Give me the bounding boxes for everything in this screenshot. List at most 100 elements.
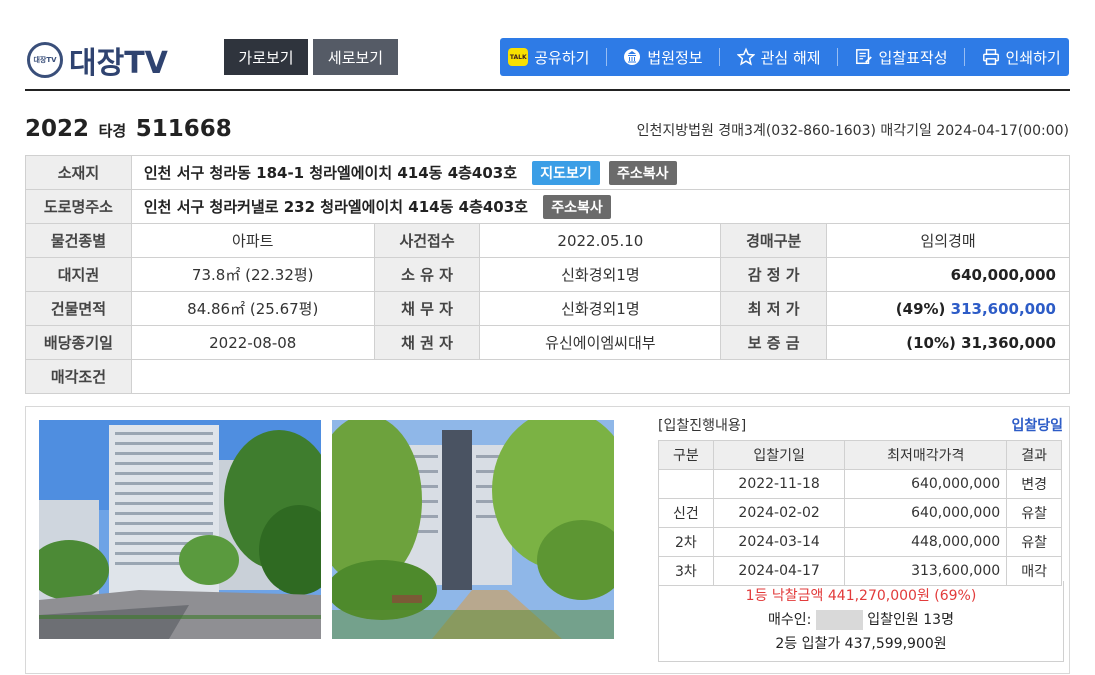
apartment-photo-image bbox=[332, 420, 614, 639]
building-area-label: 건물면적 bbox=[25, 291, 132, 326]
table-row: 2차 2024-03-14 448,000,000 유찰 bbox=[658, 527, 1062, 557]
print-button[interactable]: 인쇄하기 bbox=[982, 47, 1061, 68]
road-address-cell: 인천 서구 청라커낼로 232 청라엘에이치 414동 4층403호 주소복사 bbox=[130, 189, 1071, 224]
sale-condition-row: 매각조건 bbox=[25, 359, 1071, 394]
creditor-value: 유신에이엠씨대부 bbox=[479, 325, 722, 360]
case-received-label: 사건접수 bbox=[373, 223, 481, 258]
info-row: 대지권 73.8㎡ (22.32평) 소 유 자 신화경외1명 감 정 가 64… bbox=[25, 257, 1070, 292]
property-info-table: 소재지 인천 서구 청라동 184-1 청라엘에이치 414동 4층403호 지… bbox=[25, 155, 1071, 394]
minimum-price-label: 최 저 가 bbox=[720, 291, 828, 326]
bid-kind: 2차 bbox=[658, 527, 714, 557]
bid-result-summary: 1등 낙찰금액 441,270,000원 (69%) 매수인: 입찰인원 13명… bbox=[658, 581, 1064, 662]
copy-address-button[interactable]: 주소복사 bbox=[609, 160, 677, 185]
bid-result: 유찰 bbox=[1006, 527, 1062, 557]
share-label: 공유하기 bbox=[534, 48, 590, 67]
buyer-name-masked bbox=[815, 610, 863, 630]
location-label: 소재지 bbox=[25, 155, 132, 190]
logo-text: 대장TV bbox=[69, 46, 168, 81]
unfavorite-label: 관심 해제 bbox=[760, 48, 821, 67]
location-row: 소재지 인천 서구 청라동 184-1 청라엘에이치 414동 4층403호 지… bbox=[25, 155, 1071, 190]
bid-header-row: 구분 입찰기일 최저매각가격 결과 bbox=[658, 440, 1062, 470]
toolbar-divider bbox=[964, 48, 966, 66]
property-type-value: 아파트 bbox=[130, 223, 375, 258]
debtor-value: 신화경외1명 bbox=[479, 291, 722, 326]
sale-condition-value bbox=[130, 359, 1071, 394]
case-received-value: 2022.05.10 bbox=[479, 223, 722, 258]
action-toolbar: TALK 공유하기 법원정보 관심 해제 입찰표작성 인쇄하기 bbox=[500, 38, 1069, 76]
auction-type-value: 임의경매 bbox=[826, 223, 1070, 258]
owner-value: 신화경외1명 bbox=[479, 257, 722, 292]
case-serial: 511668 bbox=[135, 116, 232, 142]
toolbar-divider bbox=[605, 48, 607, 66]
logo-badge-text: 대장TV bbox=[33, 55, 57, 64]
court-sale-info: 인천지방법원 경매3계(032-860-1603) 매각기일 2024-04-1… bbox=[636, 123, 1069, 139]
table-row: 신건 2024-02-02 640,000,000 유찰 bbox=[658, 498, 1062, 528]
land-right-label: 대지권 bbox=[25, 257, 132, 292]
appraisal-value: 640,000,000 bbox=[826, 257, 1070, 292]
buyer-line: 매수인: 입찰인원 13명 bbox=[659, 608, 1063, 632]
creditor-label: 채 권 자 bbox=[373, 325, 481, 360]
road-address-value: 인천 서구 청라커낼로 232 청라엘에이치 414동 4층403호 bbox=[143, 197, 528, 216]
bid-kind bbox=[658, 469, 714, 499]
bid-history-title: [입찰진행내용] bbox=[658, 418, 747, 434]
location-value: 인천 서구 청라동 184-1 청라엘에이치 414동 4층403호 bbox=[143, 163, 518, 182]
bidder-count: 입찰인원 13명 bbox=[867, 612, 954, 628]
bid-history-table: 구분 입찰기일 최저매각가격 결과 2022-11-18 640,000,000… bbox=[658, 440, 1062, 586]
court-info-button[interactable]: 법원정보 bbox=[623, 47, 703, 68]
buyer-label: 매수인: bbox=[768, 612, 812, 628]
deposit-label: 보 증 금 bbox=[720, 325, 828, 360]
star-icon bbox=[736, 47, 755, 66]
debtor-label: 채 무 자 bbox=[373, 291, 481, 326]
bid-history-header: [입찰진행내용] 입찰당일 bbox=[658, 415, 1063, 435]
printer-icon bbox=[982, 48, 1000, 66]
property-photo-1[interactable] bbox=[39, 420, 321, 639]
road-address-row: 도로명주소 인천 서구 청라커낼로 232 청라엘에이치 414동 4층403호… bbox=[25, 189, 1071, 224]
share-button[interactable]: TALK 공유하기 bbox=[508, 47, 589, 68]
appraisal-label: 감 정 가 bbox=[720, 257, 828, 292]
horizontal-view-button[interactable]: 가로보기 bbox=[224, 39, 308, 75]
unfavorite-button[interactable]: 관심 해제 bbox=[736, 47, 821, 68]
bid-date: 2024-03-14 bbox=[712, 527, 846, 557]
deposit-value: (10%) 31,360,000 bbox=[826, 325, 1070, 360]
info-row: 건물면적 84.86㎡ (25.67평) 채 무 자 신화경외1명 최 저 가 … bbox=[25, 291, 1070, 326]
bid-result: 변경 bbox=[1006, 469, 1062, 499]
vertical-view-button[interactable]: 세로보기 bbox=[313, 39, 398, 75]
court-icon bbox=[623, 48, 641, 66]
toolbar-divider bbox=[837, 48, 839, 66]
bid-form-button[interactable]: 입찰표작성 bbox=[855, 47, 948, 68]
logo[interactable]: 대장TV 대장TV bbox=[27, 38, 168, 82]
copy-road-address-button[interactable]: 주소복사 bbox=[543, 194, 611, 219]
minimum-price-cell: (49%) 313,600,000 bbox=[826, 291, 1070, 326]
case-number: 2022 타경 511668 bbox=[25, 116, 232, 142]
header-divider bbox=[25, 89, 1070, 91]
info-row: 물건종별 아파트 사건접수 2022.05.10 경매구분 임의경매 bbox=[25, 223, 1070, 258]
col-price-header: 최저매각가격 bbox=[844, 440, 1008, 470]
bid-price: 640,000,000 bbox=[844, 469, 1008, 499]
bid-kind: 신건 bbox=[658, 498, 714, 528]
dividend-deadline-label: 배당종기일 bbox=[25, 325, 132, 360]
col-result-header: 결과 bbox=[1006, 440, 1062, 470]
bid-date: 2022-11-18 bbox=[712, 469, 846, 499]
bid-form-label: 입찰표작성 bbox=[878, 48, 948, 67]
info-row: 배당종기일 2022-08-08 채 권 자 유신에이엠씨대부 보 증 금 (1… bbox=[25, 325, 1070, 360]
sale-condition-label: 매각조건 bbox=[25, 359, 132, 394]
road-address-label: 도로명주소 bbox=[25, 189, 132, 224]
print-label: 인쇄하기 bbox=[1005, 48, 1061, 67]
col-date-header: 입찰기일 bbox=[712, 440, 846, 470]
winning-bid: 1등 낙찰금액 441,270,000원 (69%) bbox=[745, 588, 977, 604]
second-bid: 2등 입찰가 437,599,900원 bbox=[775, 636, 947, 652]
location-cell: 인천 서구 청라동 184-1 청라엘에이치 414동 4층403호 지도보기 … bbox=[130, 155, 1071, 190]
table-row: 2022-11-18 640,000,000 변경 bbox=[658, 469, 1062, 499]
bid-day-link[interactable]: 입찰당일 bbox=[1011, 415, 1063, 435]
property-type-label: 물건종별 bbox=[25, 223, 132, 258]
toolbar-divider bbox=[719, 48, 721, 66]
property-photo-2[interactable] bbox=[332, 420, 614, 639]
kakao-icon: TALK bbox=[508, 48, 529, 66]
bid-date: 2024-02-02 bbox=[712, 498, 846, 528]
court-info-label: 법원정보 bbox=[647, 48, 703, 67]
minimum-price-percent: (49%) bbox=[895, 299, 946, 318]
col-kind-header: 구분 bbox=[658, 440, 714, 470]
logo-badge: 대장TV bbox=[27, 42, 63, 78]
minimum-price-value: 313,600,000 bbox=[950, 299, 1056, 318]
map-view-button[interactable]: 지도보기 bbox=[532, 160, 600, 185]
